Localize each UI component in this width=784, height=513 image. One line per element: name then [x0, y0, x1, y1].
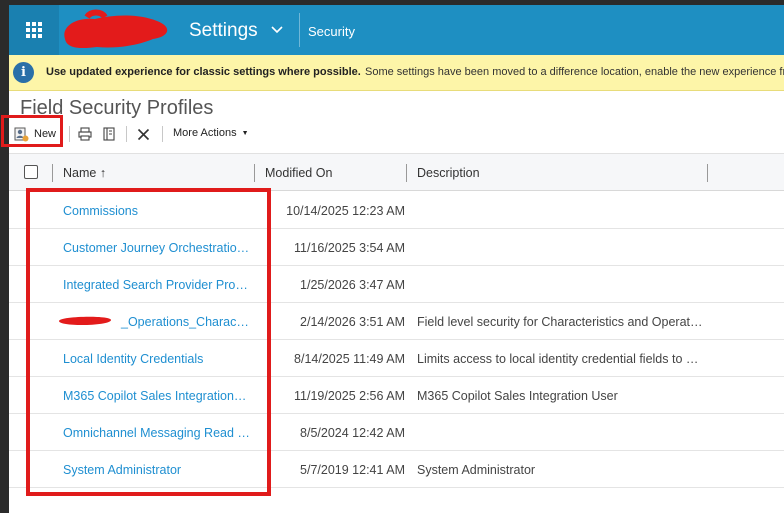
column-header-name[interactable]: Name ↑	[63, 166, 106, 180]
modified-on-cell: 11/19/2025 2:56 AM	[294, 389, 405, 403]
more-actions-label: More Actions	[173, 127, 237, 139]
table-row[interactable]: Omnichannel Messaging Read … 8/5/2024 12…	[9, 414, 784, 451]
modified-on-cell: 11/16/2025 3:54 AM	[294, 241, 405, 255]
column-header-modified[interactable]: Modified On	[265, 166, 332, 180]
page-title: Field Security Profiles	[20, 97, 214, 119]
table-row[interactable]: Local Identity Credentials 8/14/2025 11:…	[9, 340, 784, 377]
redacted-logo	[64, 9, 168, 49]
modified-on-cell: 2/14/2026 3:51 AM	[300, 315, 405, 329]
table-row[interactable]: _Operations_Characteris… 2/14/2026 3:51 …	[9, 303, 784, 340]
caret-down-icon: ▼	[241, 129, 249, 137]
app-launcher-button[interactable]	[9, 5, 59, 55]
table-row[interactable]: Integrated Search Provider Pro… 1/25/202…	[9, 266, 784, 303]
top-nav-bar: Settings Security	[9, 5, 784, 55]
toolbar-divider	[69, 126, 70, 142]
description-cell: System Administrator	[417, 463, 536, 477]
info-banner: i Use updated experience for classic set…	[9, 55, 784, 91]
delete-icon[interactable]	[134, 124, 152, 144]
record-name-link[interactable]: Commissions	[63, 204, 251, 218]
nav-title[interactable]: Settings	[189, 20, 258, 42]
grid-header: Name ↑ Modified On Description	[9, 153, 784, 191]
info-icon: i	[13, 62, 34, 83]
breadcrumb-security[interactable]: Security	[308, 24, 355, 39]
record-name-link[interactable]: _Operations_Characteris…	[63, 315, 251, 329]
description-cell: Limits access to local identity credenti…	[417, 352, 699, 366]
description-cell: M365 Copilot Sales Integration User	[417, 389, 618, 403]
new-button-label: New	[34, 128, 57, 140]
window-frame-left	[0, 0, 9, 513]
table-row[interactable]: Customer Journey Orchestratio… 11/16/202…	[9, 229, 784, 266]
column-header-description[interactable]: Description	[417, 166, 480, 180]
column-divider[interactable]	[707, 164, 708, 182]
modified-on-cell: 8/14/2025 11:49 AM	[294, 352, 405, 366]
nav-divider	[299, 13, 300, 47]
description-cell: Field level security for Characteristics…	[417, 315, 703, 329]
more-actions-button[interactable]: More Actions ▼	[173, 127, 249, 139]
waffle-grid-icon	[26, 22, 42, 38]
column-divider[interactable]	[254, 164, 255, 182]
command-bar: New More Actions ▼	[9, 121, 784, 147]
record-name-link[interactable]: Integrated Search Provider Pro…	[63, 278, 251, 292]
grid-body: Commissions 10/14/2025 12:23 AM Customer…	[9, 192, 784, 488]
toolbar-divider	[126, 126, 127, 142]
modified-on-cell: 5/7/2019 12:41 AM	[300, 463, 405, 477]
table-row[interactable]: M365 Copilot Sales Integration… 11/19/20…	[9, 377, 784, 414]
toolbar-divider	[162, 126, 163, 142]
modified-on-cell: 10/14/2025 12:23 AM	[286, 204, 405, 218]
column-divider	[52, 164, 53, 182]
record-name-link[interactable]: Omnichannel Messaging Read …	[63, 426, 251, 440]
modified-on-cell: 8/5/2024 12:42 AM	[300, 426, 405, 440]
record-name-link[interactable]: Local Identity Credentials	[63, 352, 251, 366]
table-row[interactable]: System Administrator 5/7/2019 12:41 AM S…	[9, 451, 784, 488]
record-name-link[interactable]: Customer Journey Orchestratio…	[63, 241, 251, 255]
chevron-down-icon[interactable]	[271, 22, 283, 38]
print-icon[interactable]	[76, 124, 94, 144]
banner-message: Some settings have been moved to a diffe…	[365, 66, 784, 78]
book-icon[interactable]	[100, 124, 118, 144]
new-record-icon	[14, 127, 29, 142]
new-button[interactable]: New	[11, 123, 59, 145]
record-name-link[interactable]: M365 Copilot Sales Integration…	[63, 389, 251, 403]
select-all-checkbox[interactable]	[24, 165, 38, 179]
banner-headline: Use updated experience for classic setti…	[46, 66, 361, 78]
record-name-link[interactable]: System Administrator	[63, 463, 251, 477]
modified-on-cell: 1/25/2026 3:47 AM	[300, 278, 405, 292]
table-row[interactable]: Commissions 10/14/2025 12:23 AM	[9, 192, 784, 229]
column-divider[interactable]	[406, 164, 407, 182]
